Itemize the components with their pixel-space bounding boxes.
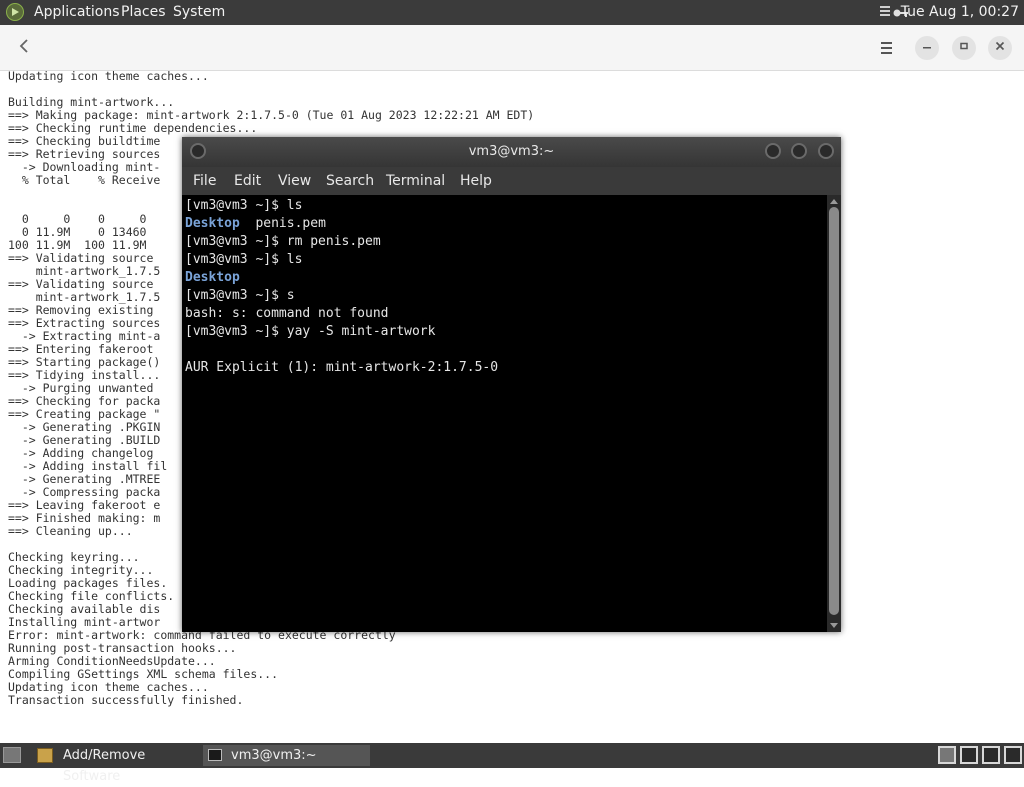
menu-file[interactable]: File xyxy=(193,167,216,195)
taskbar: Add/Remove Software vm3@vm3:~ xyxy=(0,743,1024,784)
terminal-menubar: File Edit View Search Terminal Help xyxy=(182,167,841,195)
top-panel: Applications Places System Tue Aug 1, 00… xyxy=(0,0,1024,25)
menu-terminal[interactable]: Terminal xyxy=(386,167,445,195)
directory-name: Desktop xyxy=(185,270,240,285)
maximize-icon xyxy=(960,42,968,50)
taskbar-item-label: Add/Remove Software xyxy=(63,748,146,784)
terminal-icon xyxy=(208,749,222,761)
scroll-down-icon[interactable] xyxy=(830,623,838,628)
log-line: Updating icon theme caches... xyxy=(8,70,209,83)
hamburger-icon-bar xyxy=(880,52,892,54)
workspace-4-button[interactable] xyxy=(1004,746,1022,764)
close-button[interactable] xyxy=(988,36,1012,60)
terminal-window[interactable]: vm3@vm3:~ File Edit View Search Terminal… xyxy=(182,137,841,632)
scroll-up-icon[interactable] xyxy=(830,199,838,204)
terminal-line: [vm3@vm3 ~]$ s xyxy=(185,288,295,303)
hamburger-menu-button[interactable] xyxy=(876,39,896,57)
terminal-line: [vm3@vm3 ~]$ yay -S mint-artwork xyxy=(185,324,436,339)
close-icon xyxy=(995,41,1005,51)
package-icon xyxy=(37,748,53,763)
minimize-button[interactable] xyxy=(915,36,939,60)
minimize-icon xyxy=(923,47,931,49)
file-name: penis.pem xyxy=(239,216,326,231)
terminal-output[interactable]: [vm3@vm3 ~]$ ls Desktop penis.pem [vm3@vm3… xyxy=(182,195,827,631)
software-window-header xyxy=(0,25,1024,71)
terminal-line: [vm3@vm3 ~]$ ls xyxy=(185,252,303,267)
menu-system[interactable]: System xyxy=(173,0,225,25)
terminal-line: [vm3@vm3 ~]$ ls xyxy=(185,198,303,213)
hamburger-icon-bar xyxy=(880,42,892,44)
chevron-left-icon xyxy=(19,39,28,53)
menu-search[interactable]: Search xyxy=(326,167,374,195)
terminal-line: Desktop xyxy=(185,269,827,287)
scrollbar-thumb[interactable] xyxy=(829,207,839,615)
workspace-1-button[interactable] xyxy=(938,746,956,764)
terminal-line: AUR Explicit (1): mint-artwork-2:1.7.5-0 xyxy=(185,360,499,375)
back-button[interactable] xyxy=(14,39,34,59)
terminal-title: vm3@vm3:~ xyxy=(468,144,555,159)
terminal-line: [vm3@vm3 ~]$ rm penis.pem xyxy=(185,234,381,249)
taskbar-item-terminal[interactable]: vm3@vm3:~ xyxy=(203,745,370,766)
terminal-minimize-button[interactable] xyxy=(765,143,781,159)
taskbar-item-software[interactable]: Add/Remove Software xyxy=(33,745,203,784)
maximize-button[interactable] xyxy=(952,36,976,60)
show-desktop-button[interactable] xyxy=(3,747,21,763)
menu-applications[interactable]: Applications xyxy=(34,0,120,25)
workspace-2-button[interactable] xyxy=(960,746,978,764)
network-icon[interactable] xyxy=(880,6,890,18)
terminal-line: Desktop penis.pem xyxy=(185,215,827,233)
menu-help[interactable]: Help xyxy=(460,167,492,195)
directory-name: Desktop xyxy=(185,216,240,231)
clock[interactable]: Tue Aug 1, 00:27 xyxy=(901,0,1019,25)
menu-view[interactable]: View xyxy=(278,167,311,195)
hamburger-icon-bar xyxy=(880,47,892,49)
menu-places[interactable]: Places xyxy=(121,0,166,25)
terminal-titlebar[interactable]: vm3@vm3:~ xyxy=(182,137,841,167)
terminal-close-button[interactable] xyxy=(818,143,834,159)
log-line: Transaction successfully finished. xyxy=(8,693,244,707)
terminal-scrollbar[interactable] xyxy=(827,195,841,632)
terminal-line: bash: s: command not found xyxy=(185,306,389,321)
terminal-maximize-button[interactable] xyxy=(791,143,807,159)
menu-edit[interactable]: Edit xyxy=(234,167,261,195)
taskbar-item-label: vm3@vm3:~ xyxy=(231,748,317,763)
workspace-3-button[interactable] xyxy=(982,746,1000,764)
mint-logo-icon[interactable] xyxy=(6,3,24,21)
